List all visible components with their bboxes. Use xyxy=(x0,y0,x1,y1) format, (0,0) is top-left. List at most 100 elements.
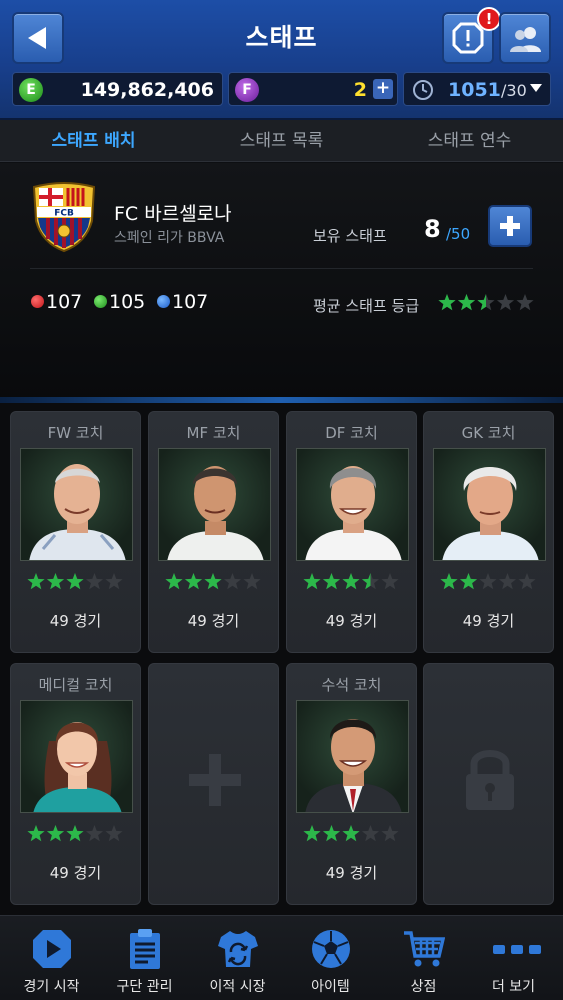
stat-blue: 107 xyxy=(157,291,208,313)
staff-card-gk[interactable]: GK 코치 49 경기 xyxy=(423,411,554,653)
staff-star-rating xyxy=(440,573,536,590)
nav-transfer-market[interactable]: 이적 시장 xyxy=(191,916,284,1000)
owned-staff-max: /50 xyxy=(446,225,471,243)
e-coin-icon: E xyxy=(19,78,43,102)
star-empty-icon xyxy=(85,573,104,590)
staff-games: 49 경기 xyxy=(49,864,102,882)
staff-games: 49 경기 xyxy=(462,612,515,630)
stat-green-value: 105 xyxy=(109,291,146,313)
nav-label: 상점 xyxy=(410,979,437,995)
star-empty-icon xyxy=(498,573,517,590)
owned-staff-count: 8 xyxy=(424,215,441,243)
staff-card-medical[interactable]: 메디컬 코치 49 경기 xyxy=(10,663,141,905)
star-filled-icon xyxy=(66,573,84,590)
staff-star-rating xyxy=(27,573,123,590)
lock-icon xyxy=(466,750,514,810)
nav-club-management[interactable]: 구단 관리 xyxy=(98,916,191,1000)
tab-staff-training[interactable]: 스태프 연수 xyxy=(376,120,563,162)
jersey-icon xyxy=(218,931,258,967)
e-currency-value: 149,862,406 xyxy=(80,79,214,101)
tab-bar: 스태프 배치 스태프 목록 스태프 연수 xyxy=(0,120,563,162)
staff-photo xyxy=(158,448,271,561)
red-dot-icon xyxy=(31,295,44,308)
notification-badge: ! xyxy=(477,7,501,31)
club-name: FC 바르셀로나 xyxy=(114,203,232,225)
star-empty-icon xyxy=(516,294,534,311)
more-icon xyxy=(493,945,541,954)
nav-shop[interactable]: 상점 xyxy=(377,916,470,1000)
star-empty-icon xyxy=(381,825,399,842)
star-filled-icon xyxy=(184,573,203,590)
tab-staff-list[interactable]: 스태프 목록 xyxy=(188,120,375,162)
star-filled-icon xyxy=(438,294,456,311)
staff-card-mf[interactable]: MF 코치 49 경기 xyxy=(148,411,279,653)
staff-games: 49 경기 xyxy=(49,612,102,630)
stamina-value: 1051 xyxy=(448,79,501,101)
star-filled-icon xyxy=(440,573,458,590)
star-filled-icon xyxy=(165,573,183,590)
staff-role: MF 코치 xyxy=(186,424,241,442)
nav-label: 구단 관리 xyxy=(116,979,173,995)
stat-red-value: 107 xyxy=(46,291,83,313)
star-filled-icon xyxy=(457,294,476,311)
owned-staff-label: 보유 스태프 xyxy=(313,227,387,245)
friends-button[interactable] xyxy=(499,12,551,64)
staff-role: FW 코치 xyxy=(47,424,104,442)
tab-staff-placement[interactable]: 스태프 배치 xyxy=(0,120,187,162)
f-coin-icon: F xyxy=(235,78,259,102)
staff-games: 49 경기 xyxy=(187,612,240,630)
star-empty-icon xyxy=(496,294,515,311)
play-icon xyxy=(33,930,71,968)
star-empty-icon xyxy=(518,573,536,590)
panel-divider xyxy=(30,268,533,269)
star-filled-icon xyxy=(46,825,65,842)
star-empty-icon xyxy=(381,573,399,590)
stat-green: 105 xyxy=(94,291,145,313)
avg-staff-grade-label: 평균 스태프 등급 xyxy=(313,297,420,315)
staff-role: DF 코치 xyxy=(325,424,378,442)
staff-photo xyxy=(20,700,133,813)
coach-portrait-icon xyxy=(442,467,539,560)
staff-role: 수석 코치 xyxy=(321,676,382,694)
star-empty-icon xyxy=(85,825,104,842)
star-filled-icon xyxy=(303,825,321,842)
dropdown-arrow-icon xyxy=(530,84,542,92)
top-bar: 스태프 ! E 149,862,406 F 2 + 1051 /30 xyxy=(0,0,563,120)
star-empty-icon xyxy=(479,573,497,590)
empty-staff-slot[interactable] xyxy=(148,663,279,905)
star-empty-icon xyxy=(105,573,123,590)
star-empty-icon xyxy=(223,573,242,590)
nav-more[interactable]: 더 보기 xyxy=(467,916,560,1000)
staff-star-rating xyxy=(303,825,399,842)
f-currency-box: F 2 + xyxy=(228,72,398,106)
staff-star-rating xyxy=(303,573,399,590)
avg-star-rating xyxy=(438,294,534,311)
nav-match-start[interactable]: 경기 시작 xyxy=(5,916,98,1000)
star-empty-icon xyxy=(243,573,261,590)
add-staff-button[interactable] xyxy=(488,205,532,247)
club-crest-logo: FCB xyxy=(32,182,96,253)
nav-label: 더 보기 xyxy=(491,979,536,995)
cart-icon xyxy=(404,931,445,967)
star-filled-icon xyxy=(322,573,341,590)
crest-text: FCB xyxy=(54,209,74,219)
star-filled-icon xyxy=(303,573,321,590)
coach-portrait-icon xyxy=(305,466,402,560)
staff-card-head[interactable]: 수석 코치 49 경기 xyxy=(286,663,417,905)
locked-staff-slot[interactable] xyxy=(423,663,554,905)
stat-red: 107 xyxy=(31,291,82,313)
star-filled-icon xyxy=(27,573,45,590)
star-filled-icon xyxy=(459,573,478,590)
staff-card-df[interactable]: DF 코치 49 경기 xyxy=(286,411,417,653)
nav-items[interactable]: 아이템 xyxy=(284,916,377,1000)
add-f-currency-button[interactable]: + xyxy=(373,79,393,99)
bottom-navigation: 경기 시작 구단 관리 이적 시장 아이템 상점 더 보기 xyxy=(0,915,563,1000)
coach-portrait-icon xyxy=(29,464,126,560)
staff-star-rating xyxy=(27,825,123,842)
staff-card-fw[interactable]: FW 코치 49 경기 xyxy=(10,411,141,653)
coach-portrait-icon xyxy=(167,466,264,560)
stamina-box[interactable]: 1051 /30 xyxy=(403,72,551,106)
staff-role: GK 코치 xyxy=(461,424,516,442)
staff-photo xyxy=(296,448,409,561)
star-filled-icon xyxy=(46,573,65,590)
